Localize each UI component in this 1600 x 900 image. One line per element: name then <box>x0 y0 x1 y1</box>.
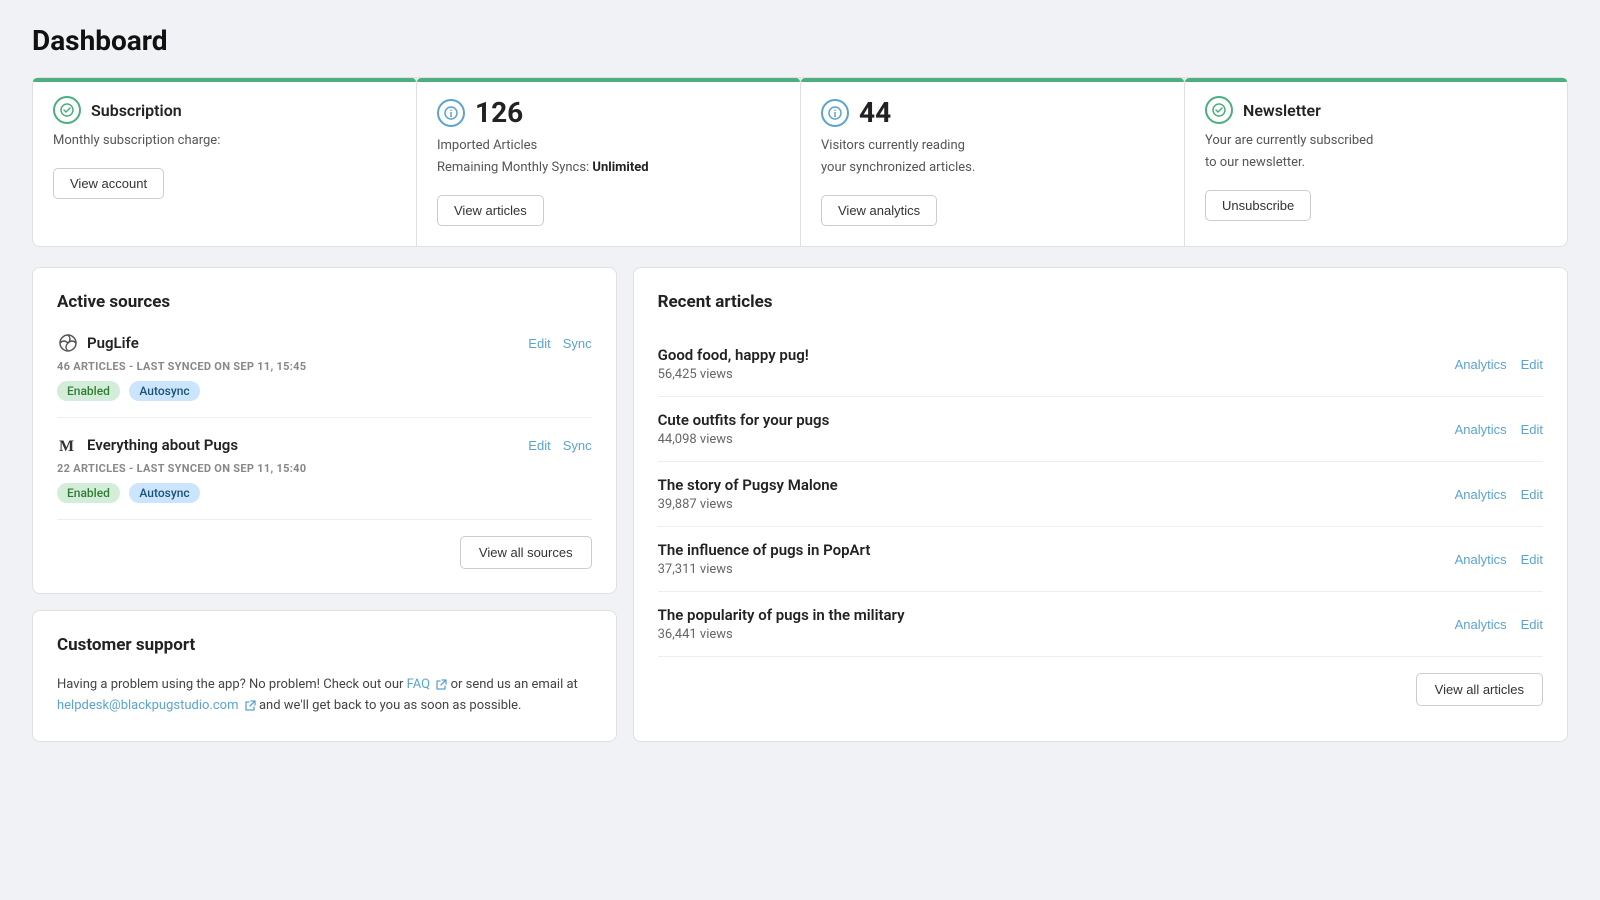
recent-articles-panel: Recent articles Good food, happy pug! 56… <box>633 267 1568 742</box>
newsletter-line2: to our newsletter. <box>1205 154 1547 172</box>
article-5-edit-button[interactable]: Edit <box>1521 617 1543 632</box>
support-text-after: and we'll get back to you as soon as pos… <box>259 698 522 713</box>
everything-pugs-name: Everything about Pugs <box>87 436 238 454</box>
article-5-views: 36,441 views <box>658 627 905 642</box>
faq-link[interactable]: FAQ <box>407 677 451 692</box>
active-sources-panel: Active sources PugLife <box>32 267 617 594</box>
subscription-card: Subscription Monthly subscription charge… <box>32 77 416 247</box>
active-sources-title: Active sources <box>57 292 592 312</box>
main-grid: Active sources PugLife <box>32 267 1568 742</box>
article-row-3: The story of Pugsy Malone 39,887 views A… <box>658 462 1543 527</box>
article-row-5: The popularity of pugs in the military 3… <box>658 592 1543 657</box>
unlimited-label: Unlimited <box>592 160 648 175</box>
view-all-articles-button[interactable]: View all articles <box>1416 673 1543 706</box>
source-everything-pugs: M Everything about Pugs Edit Sync 22 ART… <box>57 434 592 520</box>
visitors-card: i 44 Visitors currently reading your syn… <box>800 77 1184 247</box>
external-link-icon <box>435 679 447 691</box>
info-icon-visitors: i <box>821 99 849 127</box>
view-analytics-button[interactable]: View analytics <box>821 195 937 226</box>
article-1-title: Good food, happy pug! <box>658 346 809 364</box>
article-3-analytics-button[interactable]: Analytics <box>1455 487 1507 502</box>
source-puglife: PugLife Edit Sync 46 ARTICLES - LAST SYN… <box>57 332 592 418</box>
article-1-edit-button[interactable]: Edit <box>1521 357 1543 372</box>
remaining-syncs: Remaining Monthly Syncs: Unlimited <box>437 159 780 177</box>
articles-count: 126 <box>475 96 523 129</box>
customer-support-panel: Customer support Having a problem using … <box>32 610 617 742</box>
everything-pugs-autosync-badge: Autosync <box>129 483 199 503</box>
article-5-title: The popularity of pugs in the military <box>658 606 905 624</box>
top-cards: Subscription Monthly subscription charge… <box>32 77 1568 247</box>
newsletter-card: Newsletter Your are currently subscribed… <box>1184 77 1568 247</box>
article-2-views: 44,098 views <box>658 432 830 447</box>
everything-pugs-meta: 22 ARTICLES - LAST SYNCED ON SEP 11, 15:… <box>57 462 592 475</box>
everything-pugs-enabled-badge: Enabled <box>57 483 120 503</box>
support-text-before-faq: Having a problem using the app? No probl… <box>57 677 403 692</box>
newsletter-title: Newsletter <box>1243 101 1321 120</box>
view-account-button[interactable]: View account <box>53 168 164 199</box>
svg-text:i: i <box>450 109 453 120</box>
article-4-title: The influence of pugs in PopArt <box>658 541 871 559</box>
subscription-title: Subscription <box>91 101 182 120</box>
support-email-link[interactable]: helpdesk@blackpugstudio.com <box>57 698 259 713</box>
article-2-edit-button[interactable]: Edit <box>1521 422 1543 437</box>
puglife-enabled-badge: Enabled <box>57 381 120 401</box>
visitors-count: 44 <box>859 96 891 129</box>
article-4-views: 37,311 views <box>658 562 871 577</box>
newsletter-line1: Your are currently subscribed <box>1205 132 1547 150</box>
visitors-line1: Visitors currently reading <box>821 137 1164 155</box>
article-4-edit-button[interactable]: Edit <box>1521 552 1543 567</box>
left-column: Active sources PugLife <box>32 267 617 742</box>
recent-articles-title: Recent articles <box>658 292 1543 312</box>
articles-card: i 126 Imported Articles Remaining Monthl… <box>416 77 800 247</box>
article-5-analytics-button[interactable]: Analytics <box>1455 617 1507 632</box>
article-row-2: Cute outfits for your pugs 44,098 views … <box>658 397 1543 462</box>
external-link-icon-2 <box>244 700 256 712</box>
view-all-sources-button[interactable]: View all sources <box>460 536 592 569</box>
article-4-analytics-button[interactable]: Analytics <box>1455 552 1507 567</box>
check-icon-newsletter <box>1205 96 1233 124</box>
article-2-analytics-button[interactable]: Analytics <box>1455 422 1507 437</box>
puglife-name: PugLife <box>87 334 139 352</box>
article-3-title: The story of Pugsy Malone <box>658 476 838 494</box>
article-1-views: 56,425 views <box>658 367 809 382</box>
puglife-edit-button[interactable]: Edit <box>528 336 550 351</box>
article-row-1: Good food, happy pug! 56,425 views Analy… <box>658 332 1543 397</box>
article-2-title: Cute outfits for your pugs <box>658 411 830 429</box>
article-3-views: 39,887 views <box>658 497 838 512</box>
everything-pugs-sync-button[interactable]: Sync <box>563 438 592 453</box>
puglife-meta: 46 ARTICLES - LAST SYNCED ON SEP 11, 15:… <box>57 360 592 373</box>
page-title: Dashboard <box>32 24 1568 57</box>
visitors-line2: your synchronized articles. <box>821 159 1164 177</box>
info-icon-articles: i <box>437 99 465 127</box>
unsubscribe-button[interactable]: Unsubscribe <box>1205 190 1311 221</box>
support-text: Having a problem using the app? No probl… <box>57 675 592 717</box>
medium-icon: M <box>57 434 79 456</box>
puglife-autosync-badge: Autosync <box>129 381 199 401</box>
subscription-subtitle: Monthly subscription charge: <box>53 132 396 150</box>
support-text-middle: or send us an email at <box>451 677 578 692</box>
puglife-sync-button[interactable]: Sync <box>563 336 592 351</box>
svg-text:M: M <box>59 438 74 455</box>
article-1-analytics-button[interactable]: Analytics <box>1455 357 1507 372</box>
check-icon <box>53 96 81 124</box>
puglife-icon <box>57 332 79 354</box>
everything-pugs-edit-button[interactable]: Edit <box>528 438 550 453</box>
article-row-4: The influence of pugs in PopArt 37,311 v… <box>658 527 1543 592</box>
article-3-edit-button[interactable]: Edit <box>1521 487 1543 502</box>
customer-support-title: Customer support <box>57 635 592 655</box>
svg-text:i: i <box>834 109 837 120</box>
imported-articles-label: Imported Articles <box>437 137 780 155</box>
view-articles-button[interactable]: View articles <box>437 195 544 226</box>
